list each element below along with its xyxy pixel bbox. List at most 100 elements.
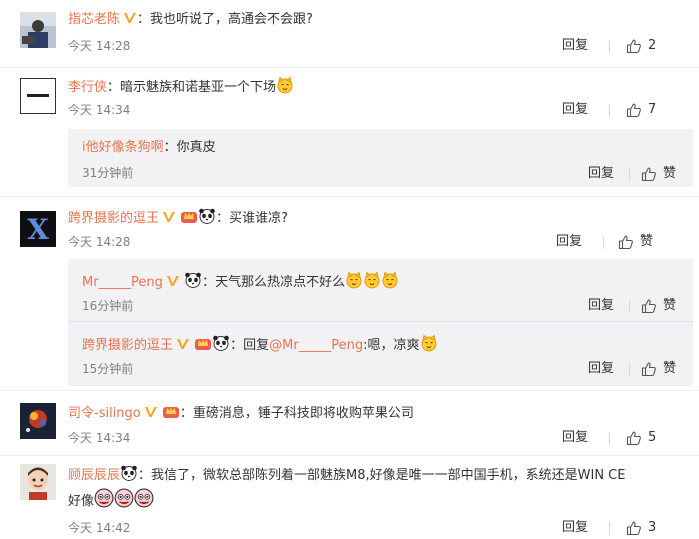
comment-line: 指芯老陈 ：我也听说了，高通会不会跟?: [68, 11, 313, 29]
reply-button[interactable]: 回复: [588, 360, 614, 378]
thumbs-up-icon: [626, 520, 642, 536]
username-link[interactable]: 司令-silingo: [68, 406, 141, 421]
mention-link[interactable]: @Mr_____Peng: [269, 338, 363, 353]
divider: [609, 432, 610, 445]
divider: [629, 168, 630, 181]
thumbs-up-icon: [626, 38, 642, 54]
thumbs-up-icon: [641, 361, 657, 377]
thumbs-up-icon: [641, 166, 657, 182]
reply-item: i他好像条狗啊：你真皮 31分钟前 回复 赞: [68, 129, 693, 187]
reply-item: Mr_____Peng ：天气那么热凉点不好么 16分钟前 回复 赞: [68, 259, 693, 321]
username-link[interactable]: 指芯老陈: [68, 12, 120, 27]
verified-v-icon: [166, 274, 180, 288]
reply-button[interactable]: 回复: [562, 101, 588, 119]
comment-item: 司令-silingo ：重磅消息，锤子科技即将收购苹果公司 今天 14:34 回…: [0, 391, 699, 456]
reply-text-prefix: ：回复: [230, 338, 270, 353]
crazy-face-emoji-icon: [114, 488, 134, 508]
comment-item: 指芯老陈 ：我也听说了，高通会不会跟? 今天 14:28 回复 2: [0, 0, 699, 70]
reply-button[interactable]: 回复: [588, 165, 614, 183]
divider: [629, 363, 630, 376]
comment-text: ：买谁谁凉?: [216, 211, 289, 226]
comment-time: 今天 14:28: [68, 39, 131, 53]
avatar[interactable]: [20, 12, 56, 48]
reply-text: ：天气那么热凉点不好么: [202, 275, 346, 290]
verified-v-icon: [176, 337, 190, 351]
reply-text: ：你真皮: [163, 140, 216, 155]
reply-button[interactable]: 回复: [562, 37, 588, 55]
reply-line: i他好像条狗啊：你真皮: [82, 139, 216, 157]
reply-text: :嗯，凉爽: [363, 338, 420, 353]
username-link[interactable]: 跨界摄影的逗王: [68, 211, 159, 226]
reply-button[interactable]: 回复: [588, 297, 614, 315]
reply-button[interactable]: 回复: [562, 429, 588, 447]
divider: [609, 522, 610, 535]
username-link[interactable]: 李行侠: [68, 80, 107, 95]
like-count: 赞: [640, 234, 654, 249]
like-count: 赞: [663, 298, 677, 313]
avatar[interactable]: [20, 464, 56, 500]
username-link[interactable]: 顾辰辰辰: [68, 468, 120, 483]
panda-badge-icon: [120, 464, 138, 482]
thumbs-up-icon: [618, 234, 634, 250]
panda-badge-icon: [184, 271, 202, 289]
reply-button[interactable]: 回复: [562, 519, 588, 537]
like-button[interactable]: 7: [626, 101, 656, 119]
comment-actions: 回复 5: [499, 429, 699, 447]
username-link[interactable]: i他好像条狗啊: [82, 140, 164, 155]
verified-v-icon: [162, 210, 176, 224]
vip-crown-badge-icon: [180, 207, 198, 225]
comment-text: ：我也听说了，高通会不会跟?: [137, 12, 313, 27]
username-link[interactable]: 跨界摄影的逗王: [82, 338, 173, 353]
comment-text: ：暗示魅族和诺基亚一个下场: [107, 80, 277, 95]
avatar[interactable]: [20, 403, 56, 439]
like-count: 2: [648, 38, 657, 53]
like-button[interactable]: 2: [626, 37, 656, 55]
reply-item: 跨界摄影的逗王 ：回复@Mr_____Peng:嗯，凉爽 15分钟前 回复 赞: [68, 322, 693, 386]
like-button[interactable]: 赞: [641, 297, 676, 315]
svg-text:X: X: [27, 213, 49, 246]
panda-badge-icon: [198, 207, 216, 225]
reply-line: 跨界摄影的逗王 ：回复@Mr_____Peng:嗯，凉爽: [82, 334, 438, 355]
cat-face-emoji-icon: [363, 271, 381, 289]
vip-crown-badge-icon: [162, 402, 180, 420]
reply-line: Mr_____Peng ：天气那么热凉点不好么: [82, 271, 399, 292]
comment-text: ：重磅消息，锤子科技即将收购苹果公司: [179, 406, 414, 421]
comment-line: 跨界摄影的逗王 ：买谁谁凉?: [68, 207, 288, 228]
cat-face-emoji-icon: [381, 271, 399, 289]
avatar[interactable]: [20, 78, 56, 114]
thumbs-up-icon: [626, 102, 642, 118]
verified-v-icon: [144, 405, 158, 419]
panda-badge-icon: [212, 334, 230, 352]
like-button[interactable]: 赞: [641, 165, 676, 183]
reply-thread: Mr_____Peng ：天气那么热凉点不好么 16分钟前 回复 赞 跨界摄影的…: [68, 259, 693, 386]
vip-crown-badge-icon: [194, 334, 212, 352]
like-button[interactable]: 3: [626, 519, 656, 537]
like-button[interactable]: 赞: [618, 233, 653, 251]
thumbs-up-icon: [641, 298, 657, 314]
comment-time: 今天 14:42: [68, 521, 131, 535]
reply-time: 31分钟前: [82, 166, 134, 180]
reply-thread: i他好像条狗啊：你真皮 31分钟前 回复 赞: [68, 129, 693, 187]
divider: [603, 236, 604, 249]
like-count: 5: [648, 430, 657, 445]
cat-face-emoji-icon: [345, 271, 363, 289]
comment-text: ：我信了，微软总部陈列着一部魅族M8,好像是唯一一部中国手机，系统还是WIN C…: [138, 468, 626, 483]
comment-time: 今天 14:34: [68, 103, 131, 117]
comment-line: 司令-silingo ：重磅消息，锤子科技即将收购苹果公司: [68, 402, 414, 423]
divider: [609, 40, 610, 53]
comment-time: 今天 14:34: [68, 431, 131, 445]
comment-line: 顾辰辰辰 ：我信了，微软总部陈列着一部魅族M8,好像是唯一一部中国手机，系统还是W…: [68, 464, 625, 485]
like-count: 赞: [663, 361, 677, 376]
comment-actions: 回复 赞: [499, 233, 699, 251]
comment-text-continued: 好像: [68, 494, 95, 509]
verified-v-icon: [123, 11, 137, 25]
reply-button[interactable]: 回复: [556, 233, 582, 251]
reply-time: 16分钟前: [82, 299, 134, 313]
cat-face-emoji-icon: [276, 76, 294, 94]
avatar[interactable]: X: [20, 211, 56, 247]
username-link[interactable]: Mr_____Peng: [82, 275, 163, 290]
divider: [609, 104, 610, 117]
like-button[interactable]: 5: [626, 429, 656, 447]
like-count: 赞: [663, 166, 677, 181]
like-button[interactable]: 赞: [641, 360, 676, 378]
